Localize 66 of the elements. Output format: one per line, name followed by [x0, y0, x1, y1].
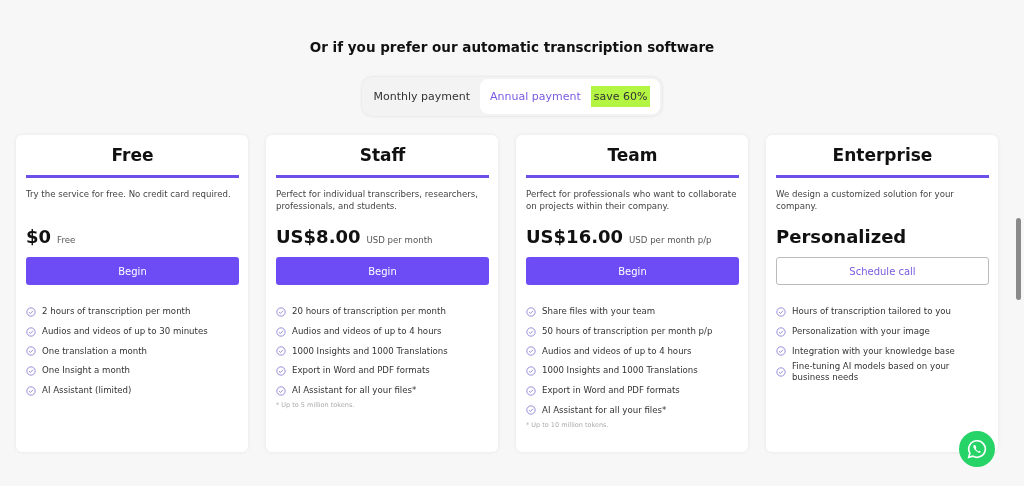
- feature-text: One translation a month: [42, 345, 148, 357]
- feature-text: One Insight a month: [42, 365, 130, 377]
- price-note: USD per month p/p: [629, 235, 712, 245]
- price-note: Free: [57, 235, 76, 245]
- feature-text: AI Assistant for all your files*: [542, 404, 667, 416]
- price-note: USD per month: [366, 235, 433, 245]
- check-circle-icon: [526, 385, 536, 396]
- plan-price: Personalized: [776, 226, 907, 247]
- check-circle-icon: [276, 385, 286, 396]
- feature-text: Share files with your team: [542, 306, 656, 318]
- plan-description: We design a customized solution for your company.: [776, 188, 955, 213]
- plan-button[interactable]: Begin: [526, 257, 739, 285]
- feature-text: Audios and videos of up to 4 hours: [542, 345, 692, 357]
- feature-text: Export in Word and PDF formats: [542, 385, 680, 397]
- check-circle-icon: [526, 306, 536, 317]
- feature-text: Audios and videos of up to 30 minutes: [42, 326, 208, 338]
- check-circle-icon: [26, 326, 36, 337]
- feature-text: AI Assistant (limited): [42, 385, 132, 397]
- check-circle-icon: [776, 326, 786, 337]
- feature-text: 1000 Insights and 1000 Translations: [542, 365, 698, 377]
- scrollbar-thumb[interactable]: [1016, 218, 1021, 300]
- plan-description: Perfect for professionals who want to collaborate on projects within their company.: [526, 188, 738, 213]
- feature-text: Hours of transcription tailored to you: [792, 306, 951, 318]
- check-circle-icon: [526, 365, 536, 376]
- discount-badge: save 60%: [590, 86, 651, 107]
- feature-text: Personalization with your image: [792, 326, 930, 338]
- feature-text: Export in Word and PDF formats: [292, 365, 430, 377]
- feature-text: AI Assistant for all your files*: [292, 385, 417, 397]
- feature-text: 50 hours of transcription per month p/p: [542, 326, 713, 338]
- feature-text: 2 hours of transcription per month: [42, 306, 191, 318]
- check-circle-icon: [276, 306, 286, 317]
- phone-icon: [966, 438, 988, 460]
- plan-name: Team: [606, 145, 659, 165]
- check-circle-icon: [26, 385, 36, 396]
- feature-text: Fine-tuning AI models based on your business needs: [792, 361, 951, 384]
- check-circle-icon: [26, 346, 36, 357]
- plan-name: Enterprise: [831, 145, 934, 165]
- plan-price: $0: [26, 226, 52, 247]
- check-circle-icon: [526, 346, 536, 357]
- check-circle-icon: [776, 346, 786, 357]
- check-circle-icon: [276, 365, 286, 376]
- plan-price: US$8.00: [276, 226, 361, 247]
- plan-name: Free: [110, 145, 155, 165]
- plan-description: Try the service for free. No credit card required.: [26, 188, 232, 201]
- feature-text: Audios and videos of up to 4 hours: [292, 326, 442, 338]
- plan-price: US$16.00: [526, 226, 624, 247]
- plan-button[interactable]: Begin: [26, 257, 239, 285]
- check-circle-icon: [26, 306, 36, 317]
- billing-option[interactable]: Annual payment save 60%: [480, 79, 661, 114]
- section-heading: Or if you prefer our automatic transcription software: [308, 39, 716, 55]
- check-circle-icon: [276, 346, 286, 357]
- plan-description: Perfect for individual transcribers, researchers, professionals, and students.: [276, 188, 479, 213]
- plan-name: Staff: [358, 145, 407, 165]
- feature-text: 20 hours of transcription per month: [292, 306, 446, 318]
- check-circle-icon: [776, 367, 786, 378]
- billing-option[interactable]: Monthly payment: [363, 79, 481, 114]
- feature-text: 1000 Insights and 1000 Translations: [292, 345, 448, 357]
- check-circle-icon: [26, 365, 36, 376]
- plan-button[interactable]: Schedule call: [776, 257, 989, 285]
- check-circle-icon: [526, 326, 536, 337]
- feature-text: Integration with your knowledge base: [792, 345, 955, 357]
- check-circle-icon: [526, 405, 536, 416]
- chat-button[interactable]: [959, 431, 995, 467]
- check-circle-icon: [276, 326, 286, 337]
- plan-button[interactable]: Begin: [276, 257, 489, 285]
- check-circle-icon: [776, 306, 786, 317]
